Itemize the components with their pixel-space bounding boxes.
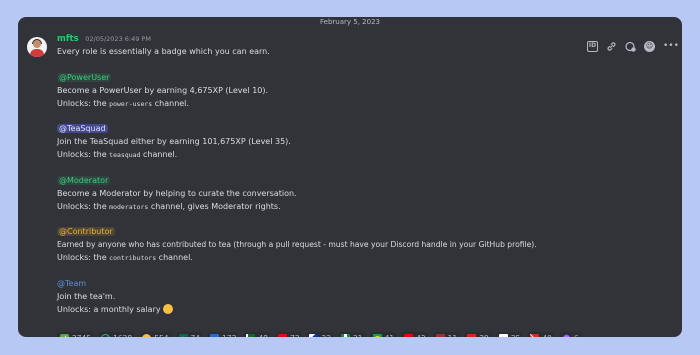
reaction-pill[interactable]: 11: [432, 332, 461, 337]
role-unlock: Unlocks: the contributors channel.: [57, 253, 193, 262]
channel-code: power-users: [109, 99, 153, 108]
flag-brazil-icon: [372, 334, 382, 337]
message-header: mfts 02/05/2023 6:49 PM: [57, 33, 672, 45]
reaction-pill[interactable]: ✓2745: [57, 332, 95, 337]
flag-nigeria-icon: [341, 334, 351, 337]
reaction-pill[interactable]: ✓1628: [98, 332, 136, 337]
emoji-icon[interactable]: ☺: [644, 41, 655, 52]
reaction-count: 35: [511, 334, 521, 337]
reaction-pill[interactable]: 6: [558, 332, 582, 337]
role-description: Become a Moderator by helping to curate …: [57, 188, 297, 198]
message-content: mfts 02/05/2023 6:49 PM Every role is es…: [57, 33, 672, 316]
mention-moderator[interactable]: @Moderator: [57, 175, 111, 185]
discord-message-window: February 5, 2023 mfts 02/05/2023 6:49 PM…: [18, 17, 682, 337]
username[interactable]: mfts: [57, 34, 79, 44]
reaction-count: 2745: [72, 334, 91, 337]
mention-team[interactable]: @Team: [57, 279, 86, 288]
flag-turkey-icon: [277, 334, 287, 337]
flag-philippines-icon: [309, 334, 319, 337]
reaction-pill[interactable]: 73: [274, 332, 303, 337]
role-description: Earned by anyone who has contributed to …: [57, 240, 537, 249]
channel-code: teasquad: [109, 151, 141, 159]
more-icon[interactable]: •••: [663, 41, 679, 52]
reaction-count: 1628: [113, 334, 132, 337]
reaction-count: 11: [448, 334, 458, 337]
intro-text: Every role is essentially a badge which …: [57, 47, 270, 56]
flag-russia-icon: [498, 334, 508, 337]
reaction-count: 6: [574, 334, 579, 337]
message-toolbar: ID ☺ •••: [587, 41, 679, 52]
flag-bangladesh-icon: [178, 334, 188, 337]
reaction-pill[interactable]: 42: [401, 332, 429, 337]
flag-pakistan-icon: [246, 334, 256, 337]
reaction-pill[interactable]: 173: [207, 332, 240, 337]
role-description: Become a PowerUser by earning 4,675XP (L…: [57, 85, 269, 95]
reaction-count: 40: [542, 334, 552, 337]
channel-code: moderators: [109, 202, 149, 211]
flag-latvia-icon: [435, 334, 445, 337]
channel-code: contributors: [109, 254, 157, 262]
reaction-pill[interactable]: 554: [139, 332, 172, 337]
reaction-pill[interactable]: 48: [243, 332, 271, 337]
check-circle-icon: ✓: [101, 334, 111, 337]
mention-reply-icon[interactable]: [625, 41, 636, 52]
timestamp[interactable]: 02/05/2023 6:49 PM: [85, 35, 151, 43]
reaction-count: 554: [154, 334, 168, 337]
reaction-count: 73: [290, 334, 300, 337]
mention-poweruser[interactable]: @PowerUser: [57, 72, 112, 82]
message[interactable]: mfts 02/05/2023 6:49 PM Every role is es…: [18, 31, 682, 337]
reaction-count: 173: [222, 334, 236, 337]
reaction-pill[interactable]: 21: [338, 332, 366, 337]
reaction-pill[interactable]: 39: [464, 332, 492, 337]
role-unlock: Unlocks: the moderators channel, gives M…: [57, 201, 281, 211]
reaction-pill[interactable]: 35: [495, 332, 524, 337]
reaction-pill[interactable]: 41: [369, 332, 398, 337]
mention-contributor[interactable]: @Contributor: [57, 227, 115, 236]
flag-ukraine-icon: [210, 334, 220, 337]
reaction-count: 41: [385, 334, 395, 337]
mention-teasquad[interactable]: @TeaSquad: [57, 124, 108, 133]
reactions-bar: ✓2745✓162855474173487323214142113935406: [57, 332, 582, 337]
reaction-count: 23: [321, 334, 331, 337]
role-unlock: Unlocks: the teasquad channel.: [57, 150, 178, 159]
reaction-count: 74: [191, 334, 201, 337]
link-icon[interactable]: [606, 41, 617, 52]
flag-indonesia-icon: [404, 334, 414, 337]
reaction-pill[interactable]: 23: [306, 332, 335, 337]
avatar[interactable]: [27, 37, 47, 57]
flag-crossed-icon: [530, 334, 540, 337]
reaction-pill[interactable]: 74: [175, 332, 204, 337]
reaction-count: 42: [416, 334, 426, 337]
purple-blob-icon: [561, 334, 571, 337]
date-divider: February 5, 2023: [320, 18, 380, 26]
grinning-face-icon: [142, 334, 152, 337]
reaction-count: 21: [353, 334, 363, 337]
reaction-count: 39: [479, 334, 489, 337]
role-description: Join the TeaSquad either by earning 101,…: [57, 137, 291, 146]
reaction-count: 48: [258, 334, 268, 337]
team-unlock: Unlocks: a monthly salary: [57, 303, 672, 316]
team-description: Join the tea'm.: [57, 291, 116, 301]
flag-vietnam-icon: [467, 334, 477, 337]
role-unlock: Unlocks: the power-users channel.: [57, 98, 189, 108]
reaction-pill[interactable]: 40: [527, 332, 555, 337]
check-mark-button-icon: ✓: [60, 334, 69, 337]
id-icon[interactable]: ID: [587, 41, 598, 52]
sweat-smile-icon: [162, 303, 173, 314]
